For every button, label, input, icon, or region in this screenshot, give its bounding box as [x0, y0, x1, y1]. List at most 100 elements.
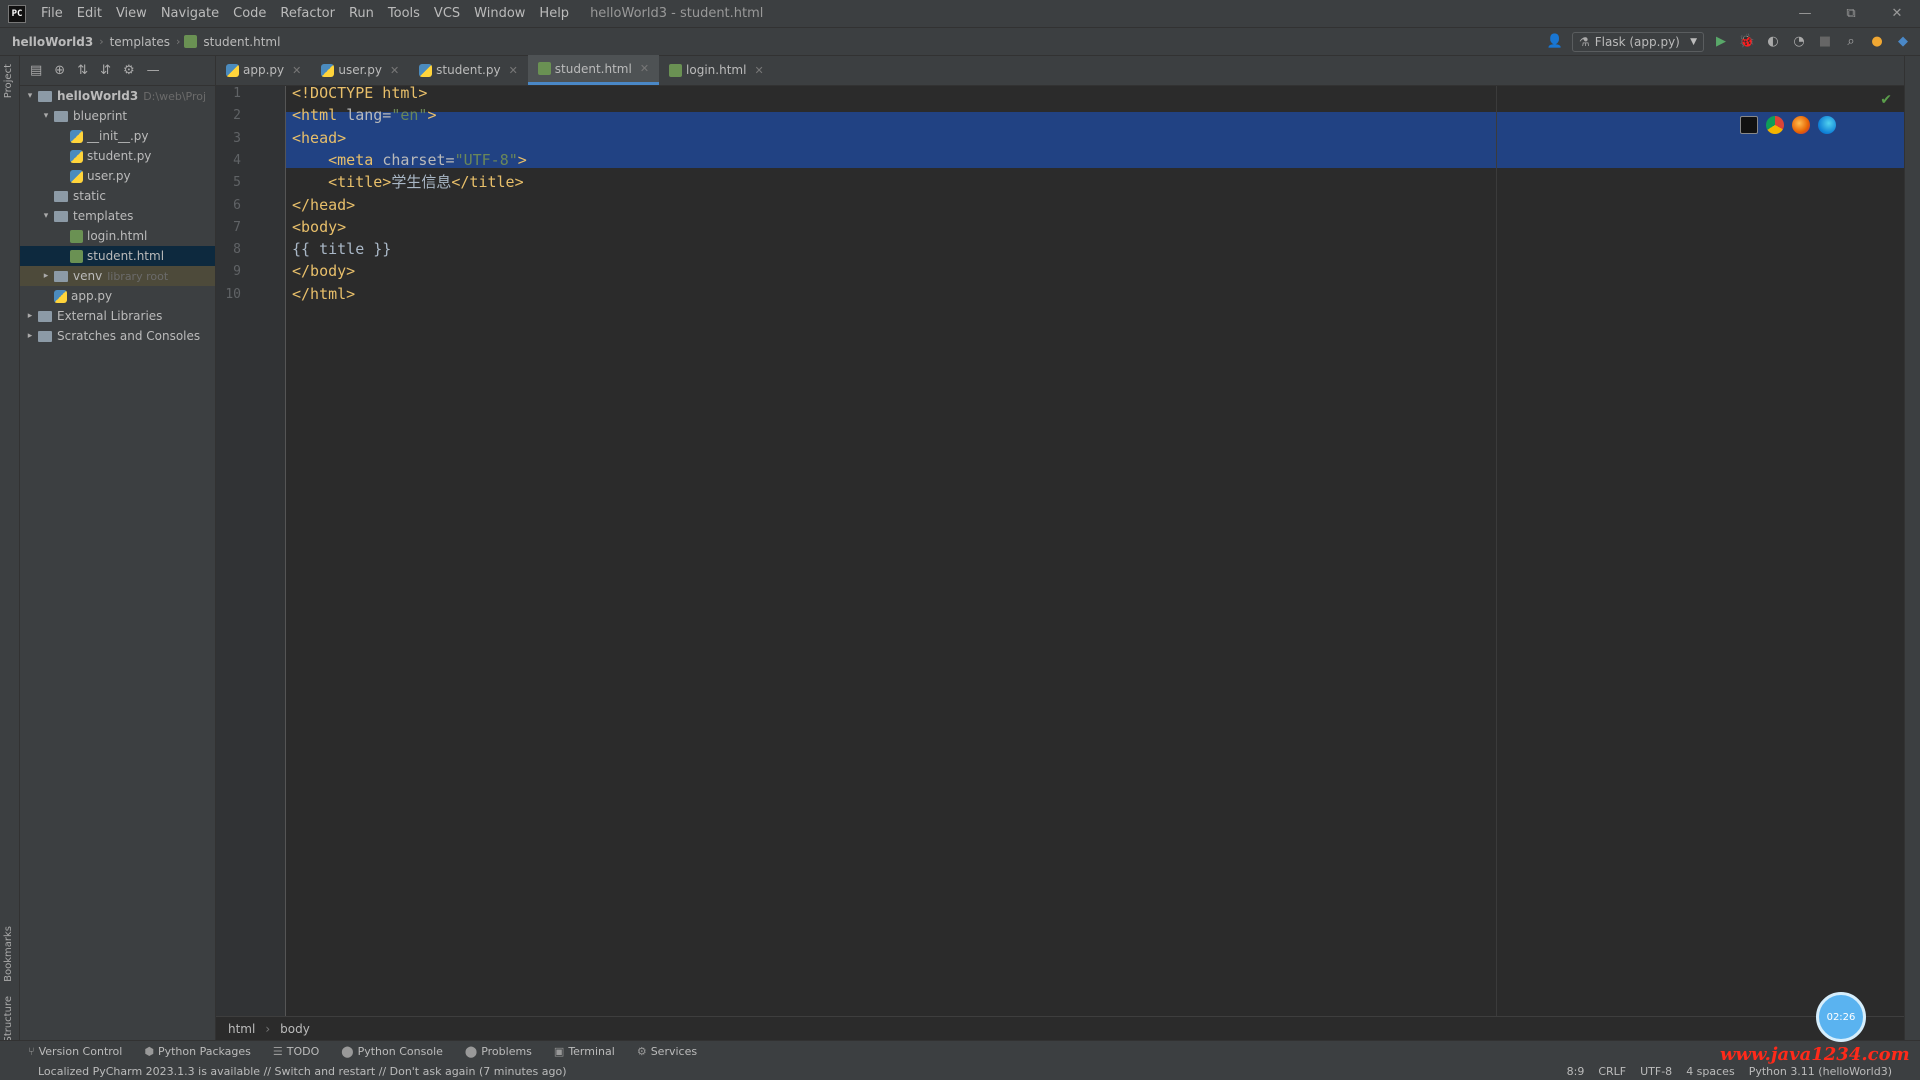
tool-problems[interactable]: ⬤ Problems [465, 1045, 532, 1058]
close-button[interactable]: ✕ [1874, 0, 1920, 28]
chevron-icon[interactable]: ▸ [40, 271, 52, 281]
chevron-icon[interactable]: ▸ [24, 331, 36, 341]
tool-version-control[interactable]: ⑂ Version Control [28, 1045, 122, 1058]
menu-navigate[interactable]: Navigate [154, 0, 226, 28]
breadcrumb-folder[interactable]: templates [108, 35, 172, 49]
chevron-icon[interactable]: ▾ [40, 211, 52, 221]
bottom-tool-bar: ⑂ Version Control ⬢ Python Packages ☰ TODO ⬤ Py… [0, 1040, 1920, 1062]
tab-student-html[interactable]: student.html ✕ [527, 55, 660, 85]
folder-icon [54, 190, 68, 202]
project-view-icon[interactable]: ▤ [30, 63, 42, 78]
tree-item-templates[interactable]: ▾ templates [20, 206, 215, 226]
close-icon[interactable]: ✕ [292, 64, 301, 77]
profile-icon[interactable]: ◔ [1790, 33, 1808, 51]
tree-item-user-py[interactable]: user.py [20, 166, 215, 186]
tree-item-external-libraries[interactable]: ▸ External Libraries [20, 306, 215, 326]
collapse-all-icon[interactable]: ⇵ [100, 63, 111, 78]
tree-item-static[interactable]: static [20, 186, 215, 206]
chevron-icon[interactable]: ▾ [24, 91, 36, 101]
edge-icon[interactable] [1818, 116, 1836, 134]
tree-item-scratches-and-consoles[interactable]: ▸ Scratches and Consoles [20, 326, 215, 346]
menu-view[interactable]: View [109, 0, 154, 28]
code-line[interactable]: </html> [292, 281, 355, 308]
interpreter[interactable]: Python 3.11 (helloWorld3) [1749, 1065, 1892, 1078]
user-icon[interactable]: 👤 [1546, 33, 1564, 51]
structure-tool-tab[interactable]: Structure [3, 996, 14, 1043]
inspection-ok-icon[interactable]: ✔ [1880, 92, 1892, 108]
breadcrumb-body[interactable]: body [280, 1022, 310, 1036]
tree-item-label: blueprint [73, 109, 128, 123]
close-icon[interactable]: ✕ [390, 64, 399, 77]
terminal-icon: ▣ [553, 1045, 565, 1058]
code-editor[interactable]: 1 2 3 4 5 6 7 8 9 10 <!DOCTYPE html> <html lang="e… [216, 84, 1904, 1016]
line-number: 7 [233, 219, 241, 235]
tool-label: Python Console [357, 1045, 443, 1058]
tree-item-blueprint[interactable]: ▾ blueprint [20, 106, 215, 126]
caret-position[interactable]: 8:9 [1567, 1065, 1585, 1078]
minimize-button[interactable]: — [1782, 0, 1828, 28]
chrome-icon[interactable] [1766, 116, 1784, 134]
tool-todo[interactable]: ☰ TODO [273, 1045, 319, 1058]
tree-item-app-py[interactable]: app.py [20, 286, 215, 306]
close-icon[interactable]: ✕ [754, 64, 763, 77]
breadcrumb-file[interactable]: student.html [201, 35, 282, 49]
tree-item-student-html[interactable]: student.html [20, 246, 215, 266]
project-tool-tab[interactable]: Project [3, 64, 14, 98]
coverage-icon[interactable]: ◐ [1764, 33, 1782, 51]
expand-all-icon[interactable]: ⇅ [77, 63, 88, 78]
firefox-icon[interactable] [1792, 116, 1810, 134]
menu-vcs[interactable]: VCS [427, 0, 467, 28]
breadcrumb-project[interactable]: helloWorld3 [10, 35, 95, 49]
line-number: 1 [233, 86, 241, 101]
menu-file[interactable]: File [34, 0, 70, 28]
update-icon[interactable]: ● [1868, 33, 1886, 51]
breadcrumb-separator: › [176, 35, 181, 48]
app-logo-icon[interactable]: PC [8, 4, 26, 23]
chevron-icon[interactable]: ▸ [24, 311, 36, 321]
menu-refactor[interactable]: Refactor [273, 0, 342, 28]
search-icon[interactable]: ⌕ [1842, 33, 1860, 51]
right-tool-strip [1904, 56, 1920, 1040]
tree-item-label: app.py [71, 289, 113, 303]
window-controls: — ⧉ ✕ [1782, 0, 1920, 28]
tool-terminal[interactable]: ▣ Terminal [554, 1045, 615, 1058]
close-icon[interactable]: ✕ [640, 62, 649, 75]
html-file-icon [669, 63, 683, 77]
menu-bar: PC File Edit View Navigate Code Refactor… [0, 0, 1920, 28]
tree-item-init-py[interactable]: __init__.py [20, 126, 215, 146]
tree-item-venv[interactable]: ▸ venv library root [20, 266, 215, 286]
indent-setting[interactable]: 4 spaces [1686, 1065, 1735, 1078]
bookmarks-tool-tab[interactable]: Bookmarks [3, 926, 14, 982]
menu-run[interactable]: Run [342, 0, 381, 28]
close-icon[interactable]: ✕ [509, 64, 518, 77]
file-encoding[interactable]: UTF-8 [1640, 1065, 1672, 1078]
run-configuration-select[interactable]: ⚗ Flask (app.py) ▼ [1572, 31, 1704, 52]
menu-window[interactable]: Window [467, 0, 532, 28]
chevron-icon[interactable]: ▾ [40, 111, 52, 121]
tool-python-console[interactable]: ⬤ Python Console [341, 1045, 443, 1058]
menu-code[interactable]: Code [226, 0, 273, 28]
stop-icon[interactable]: ■ [1816, 33, 1834, 51]
tree-item-student-py[interactable]: student.py [20, 146, 215, 166]
breadcrumb-html[interactable]: html [228, 1022, 255, 1036]
menu-edit[interactable]: Edit [70, 0, 109, 28]
tree-item-helloworld3[interactable]: ▾ helloWorld3 D:\web\Proj [20, 86, 215, 106]
tree-item-login-html[interactable]: login.html [20, 226, 215, 246]
run-icon[interactable]: ▶ [1712, 33, 1730, 51]
tree-item-label: templates [73, 209, 134, 223]
line-ending[interactable]: CRLF [1598, 1065, 1626, 1078]
hide-icon[interactable]: — [147, 63, 160, 78]
pycharm-browser-icon[interactable] [1740, 116, 1758, 134]
menu-help[interactable]: Help [532, 0, 576, 28]
gear-icon[interactable]: ⚙ [123, 63, 135, 78]
maximize-button[interactable]: ⧉ [1828, 0, 1874, 28]
debug-icon[interactable]: 🐞 [1738, 33, 1756, 51]
tool-python-packages[interactable]: ⬢ Python Packages [144, 1045, 251, 1058]
jetbrains-logo-icon[interactable]: ◆ [1894, 33, 1912, 51]
locate-icon[interactable]: ⊕ [54, 63, 65, 78]
code-token: 学生信息 [391, 173, 452, 192]
status-message[interactable]: Localized PyCharm 2023.1.3 is available … [0, 1065, 567, 1078]
tool-services[interactable]: ⚙ Services [637, 1045, 697, 1058]
tab-login-html[interactable]: login.html ✕ [659, 55, 774, 85]
menu-tools[interactable]: Tools [381, 0, 427, 28]
